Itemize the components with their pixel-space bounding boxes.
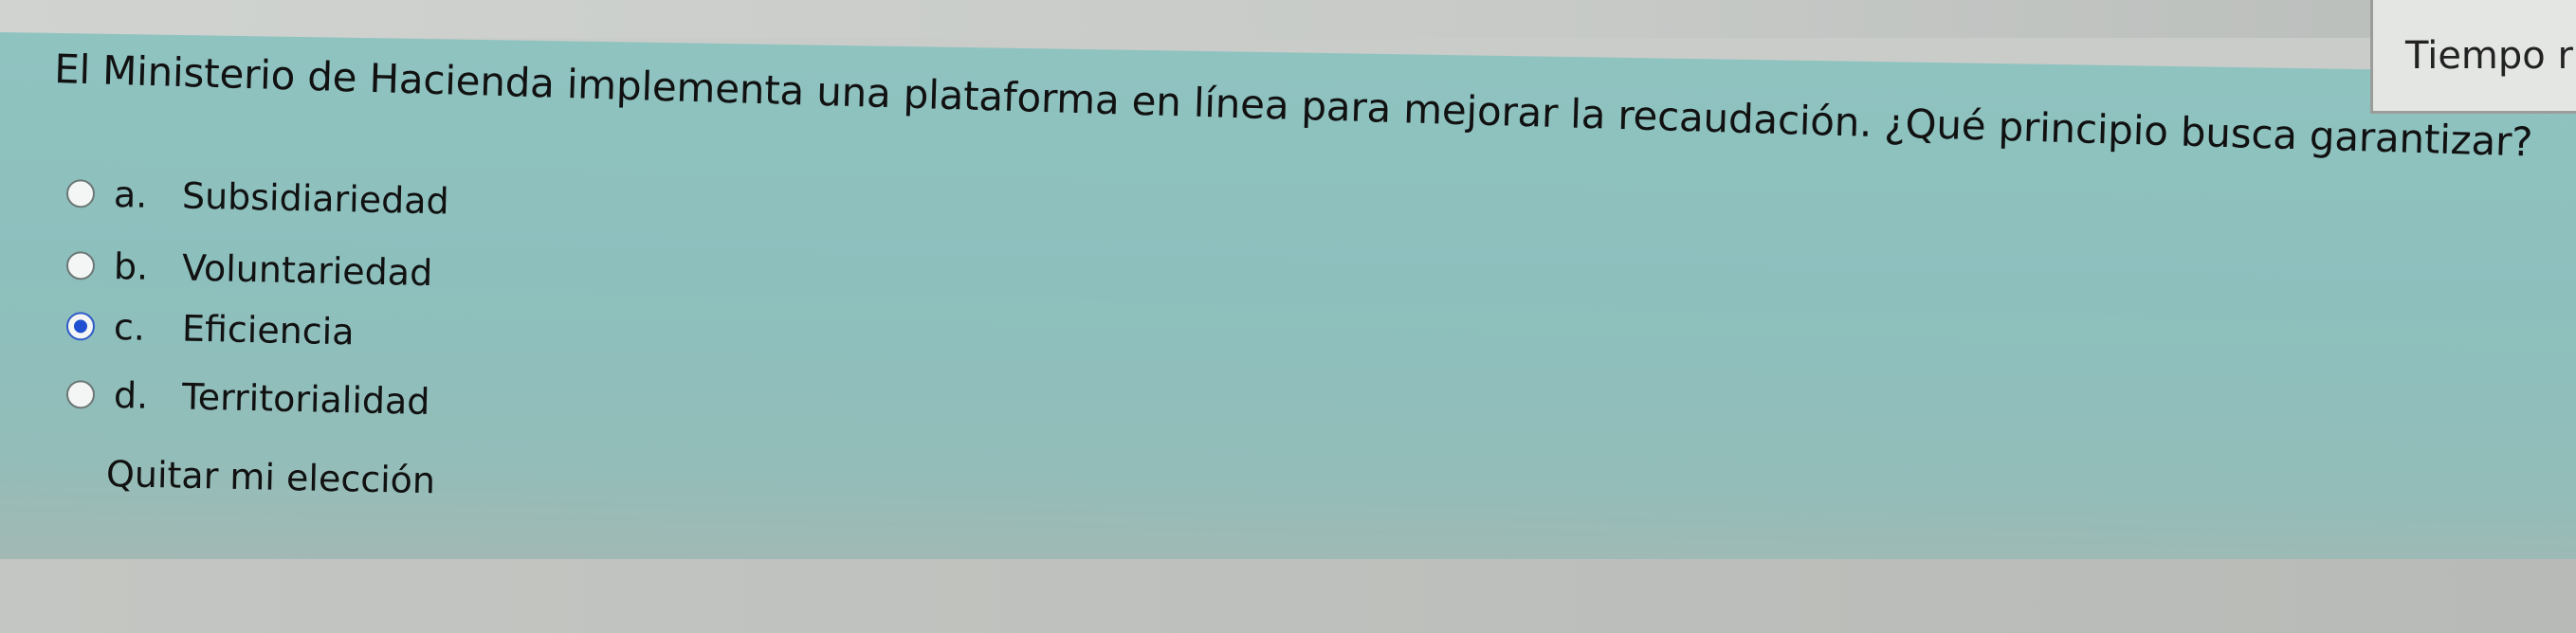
option-label-c: Eficiencia [181, 307, 356, 353]
option-letter-b: b. [113, 245, 149, 288]
option-d[interactable]: d. Territorialidad [65, 373, 430, 424]
option-letter-a: a. [113, 173, 148, 216]
radio-button-c-selected[interactable] [65, 312, 96, 341]
radio-button-b[interactable] [65, 251, 96, 280]
option-label-d: Territorialidad [181, 375, 430, 424]
option-letter-c: c. [113, 306, 146, 349]
option-label-a: Subsidiariedad [181, 174, 450, 223]
option-a[interactable]: a. Subsidiariedad [65, 172, 450, 223]
option-c[interactable]: c. Eficiencia [65, 305, 356, 353]
option-label-b: Voluntariedad [181, 246, 433, 295]
radio-button-d[interactable] [65, 380, 96, 409]
radio-button-a[interactable] [65, 179, 96, 208]
option-b[interactable]: b. Voluntariedad [65, 244, 433, 295]
clear-choice-link[interactable]: Quitar mi elección [106, 453, 436, 501]
quiz-content: El Ministerio de Hacienda implementa una… [0, 0, 2576, 633]
question-text: El Ministerio de Hacienda implementa una… [53, 45, 2533, 166]
option-letter-d: d. [113, 374, 149, 417]
